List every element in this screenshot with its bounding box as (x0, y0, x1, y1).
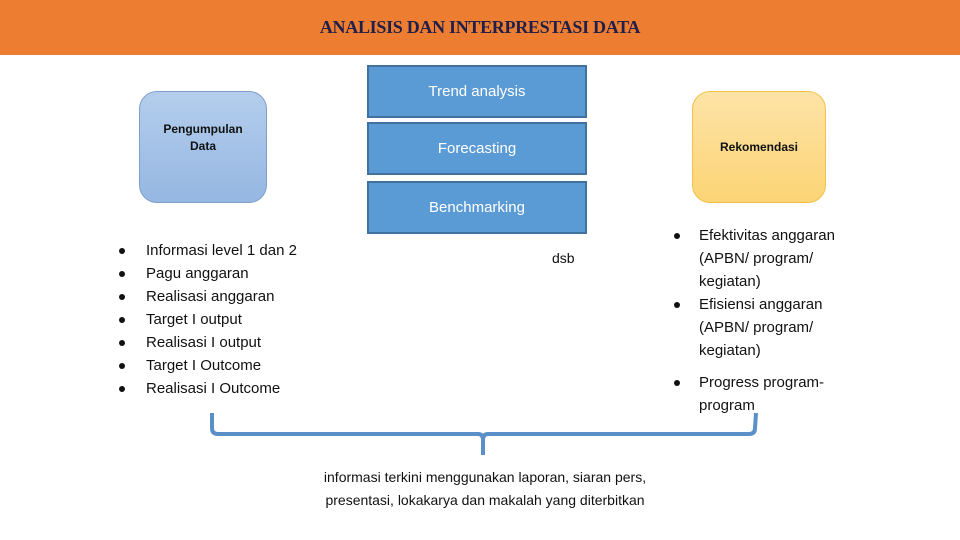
conclusion-line: informasi terkini menggunakan laporan, s… (323, 469, 647, 485)
curly-bracket (210, 412, 758, 455)
bracket-shape (210, 412, 758, 455)
conclusion-line: presentasi, lokakarya dan makalah yang d… (325, 492, 645, 508)
conclusion-text: informasi terkini menggunakan laporan, s… (240, 466, 730, 512)
